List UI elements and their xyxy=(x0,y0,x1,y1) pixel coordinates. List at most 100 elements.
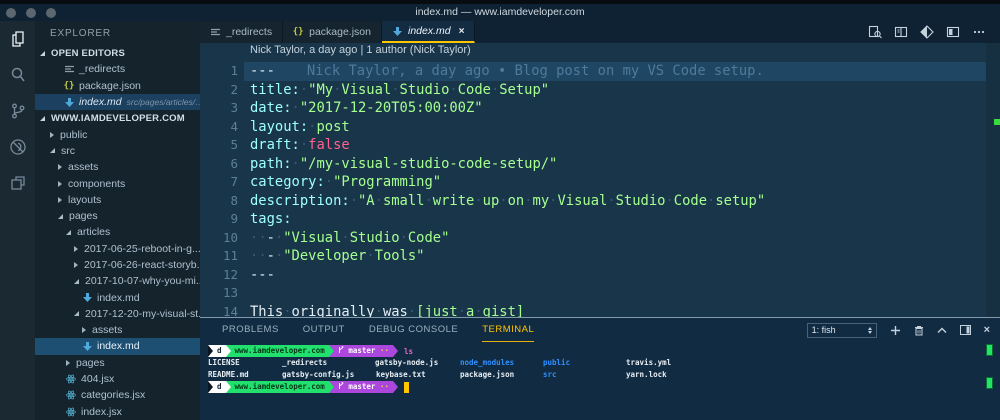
sidebar-section-www-iamdeveloper-com[interactable]: WWW.IAMDEVELOPER.COM xyxy=(35,110,200,126)
tab-index-md[interactable]: index.md × xyxy=(382,21,475,43)
tree-folder[interactable]: 2017-06-26-react-storyb.. xyxy=(35,257,200,273)
item-label: layouts xyxy=(68,194,101,206)
terminal-select[interactable]: 1: fish xyxy=(807,323,877,338)
code-line[interactable]: title:·"My·Visual·Studio·Code·Setup" xyxy=(250,81,549,100)
activity-debug-icon[interactable] xyxy=(0,129,35,165)
tab-label: package.json xyxy=(309,26,371,38)
code-line[interactable]: ---Nick Taylor, a day ago • Blog post on… xyxy=(250,62,764,81)
window-title: index.md — www.iamdeveloper.com xyxy=(0,4,1000,21)
activity-search-icon[interactable] xyxy=(0,57,35,93)
panel-tab-problems[interactable]: PROBLEMS xyxy=(222,318,279,342)
item-label: package.json xyxy=(79,80,141,92)
move-panel-icon[interactable] xyxy=(960,325,971,335)
powerline-arrow-icon xyxy=(393,381,398,393)
code-line[interactable]: --- xyxy=(250,266,275,285)
tree-folder[interactable]: articles xyxy=(35,224,200,240)
tree-folder[interactable]: pages xyxy=(35,355,200,371)
code-line[interactable]: category:·"Programming" xyxy=(250,173,441,192)
activity-extensions-icon[interactable] xyxy=(0,165,35,201)
editor-region[interactable]: Nick Taylor, a day ago | 1 author (Nick … xyxy=(200,43,1000,317)
terminal-ls-row: README.mdgatsby-config.jskeybase.txtpack… xyxy=(200,369,1000,381)
ls-entry: package.json xyxy=(460,369,514,381)
panel-controls: 1: fish × xyxy=(807,322,990,338)
tab-close-icon[interactable]: × xyxy=(459,26,465,37)
item-label: src xyxy=(61,145,75,157)
tree-folder[interactable]: 2017-12-20-my-visual-st... xyxy=(35,306,200,322)
panel-tab-debug-console[interactable]: DEBUG CONSOLE xyxy=(369,318,458,342)
folder-twistie-icon xyxy=(50,148,55,153)
tree-file[interactable]: categories.jsx xyxy=(35,387,200,403)
bottom-panel: PROBLEMS OUTPUT DEBUG CONSOLE TERMINAL 1: f… xyxy=(200,317,1000,420)
tree-folder[interactable]: public xyxy=(35,126,200,142)
tree-folder[interactable]: assets xyxy=(35,322,200,338)
editor-actions xyxy=(868,21,1000,43)
tab-label: _redirects xyxy=(226,26,272,38)
tree-file[interactable]: {}package.json xyxy=(35,78,200,94)
tree-file[interactable]: index.mdsrc/pages/articles/… xyxy=(35,94,200,110)
terminal[interactable]: dwww.iamdeveloper.com master ··lsLICENSE… xyxy=(200,343,1000,420)
tree-folder[interactable]: assets xyxy=(35,159,200,175)
sidebar-section-open-editors[interactable]: OPEN EDITORS xyxy=(35,45,200,61)
tree-folder[interactable]: components xyxy=(35,175,200,191)
code-line[interactable]: draft:·false xyxy=(250,136,350,155)
prompt-dir-segment: d xyxy=(213,345,226,357)
overview-ruler[interactable] xyxy=(986,43,1000,317)
code-line[interactable]: ··-·"Visual·Studio·Code" xyxy=(250,229,449,248)
tree-file[interactable]: _redirects xyxy=(35,61,200,77)
ls-entry: src xyxy=(543,369,557,381)
tree-folder[interactable]: src xyxy=(35,143,200,159)
item-label: pages xyxy=(69,210,98,222)
ls-entry: gatsby-node.js xyxy=(375,357,438,369)
tree-file[interactable]: index.md xyxy=(35,338,200,354)
gitlens-compare-icon[interactable] xyxy=(920,25,934,39)
item-label: public xyxy=(60,129,87,141)
folder-twistie-icon xyxy=(58,197,62,203)
powerline-arrow-icon xyxy=(393,345,398,357)
code-line[interactable]: date:·"2017-12-20T05:00:00Z" xyxy=(250,99,483,118)
tree-file[interactable]: index.jsx xyxy=(35,404,200,420)
terminal-select-value: 1: fish xyxy=(812,325,836,335)
json-file-icon: {} xyxy=(293,27,303,37)
line-number: 6 xyxy=(200,155,238,174)
section-arrow-icon xyxy=(40,51,45,56)
panel-tab-output[interactable]: OUTPUT xyxy=(303,318,345,342)
split-editor-icon[interactable] xyxy=(946,25,960,39)
code-line[interactable]: layout:·post xyxy=(250,118,350,137)
line-number: 8 xyxy=(200,192,238,211)
more-actions-icon[interactable] xyxy=(972,25,986,39)
overview-ruler-mark xyxy=(994,119,1000,125)
tree-folder[interactable]: 2017-10-07-why-you-mi... xyxy=(35,273,200,289)
panel-tab-terminal[interactable]: TERMINAL xyxy=(482,318,534,342)
tree-folder[interactable]: 2017-06-25-reboot-in-g... xyxy=(35,241,200,257)
activity-explorer-icon[interactable] xyxy=(0,21,35,57)
tree-file[interactable]: 404.jsx xyxy=(35,371,200,387)
code-line[interactable]: This·originally·was·[just·a·gist] xyxy=(250,303,524,318)
new-terminal-icon[interactable] xyxy=(890,325,901,336)
line-number: 3 xyxy=(200,99,238,118)
open-changes-icon[interactable] xyxy=(894,25,908,39)
ls-entry: LICENSE xyxy=(208,357,240,369)
tree-folder[interactable]: pages xyxy=(35,208,200,224)
tab-label: index.md xyxy=(408,25,451,37)
code-line[interactable]: tags: xyxy=(250,210,292,229)
code-line[interactable]: path:·"/my-visual-studio-code-setup/" xyxy=(250,155,557,174)
tab-package-json[interactable]: {} package.json xyxy=(283,21,382,43)
item-label: 2017-06-25-reboot-in-g... xyxy=(84,243,200,255)
prompt-host-segment: www.iamdeveloper.com xyxy=(231,381,329,393)
tree-folder[interactable]: layouts xyxy=(35,192,200,208)
code-line[interactable]: description:·"A·small·write·up·on·my·Vis… xyxy=(250,192,765,211)
item-label: articles xyxy=(77,226,110,238)
tab--redirects[interactable]: _redirects xyxy=(200,21,283,43)
ls-entry: README.md xyxy=(208,369,249,381)
prompt-git-segment: master ·· xyxy=(334,345,393,357)
kill-terminal-icon[interactable] xyxy=(914,325,924,336)
close-panel-icon[interactable]: × xyxy=(984,324,990,336)
react-file-icon xyxy=(66,390,76,400)
codelens-blame[interactable]: Nick Taylor, a day ago | 1 author (Nick … xyxy=(250,44,471,56)
code-line[interactable]: ··-·"Developer·Tools" xyxy=(250,247,424,266)
open-preview-icon[interactable] xyxy=(868,25,882,39)
item-label: pages xyxy=(76,357,105,369)
maximize-panel-icon[interactable] xyxy=(937,327,947,334)
activity-source-control-icon[interactable] xyxy=(0,93,35,129)
tree-file[interactable]: index.md xyxy=(35,289,200,305)
